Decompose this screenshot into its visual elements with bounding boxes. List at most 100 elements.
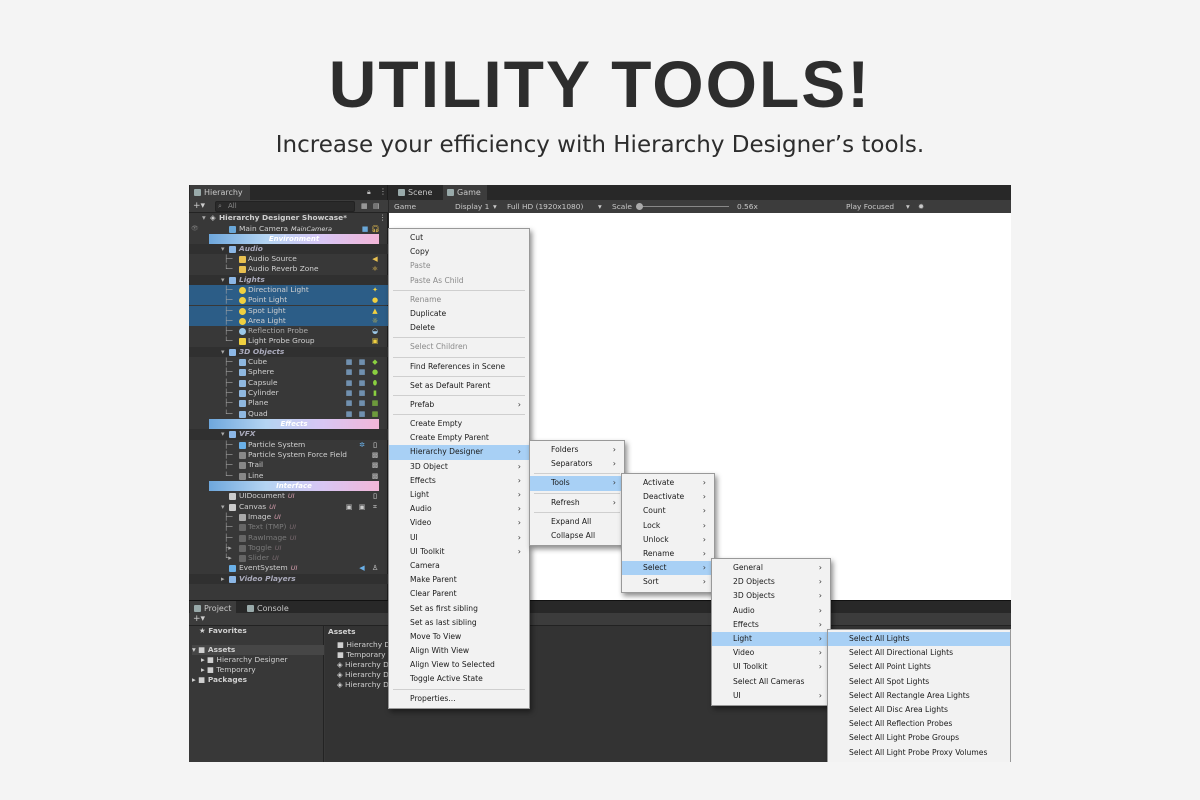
expand-arrow-icon[interactable]: ▾ <box>221 275 225 285</box>
expand-arrow-icon[interactable]: ▾ <box>221 244 225 254</box>
menu-item-clear-parent[interactable]: Clear Parent <box>389 587 529 601</box>
tab-scene[interactable]: Scene <box>394 185 442 200</box>
kebab-menu-icon[interactable]: ⋮ <box>379 187 387 196</box>
packages-folder[interactable]: ▸ ■ Packages <box>192 675 247 685</box>
hierarchy-row-trail[interactable]: ├─ Trail ▩ <box>189 460 388 470</box>
asset-item[interactable]: ◈ Hierarchy D <box>337 660 389 670</box>
hierarchy-row-eventsystem[interactable]: EventSystem UI ◀ ♙ <box>189 563 388 573</box>
menu-item-video[interactable]: Video › <box>389 516 529 530</box>
menu-item-audio[interactable]: Audio › <box>389 502 529 516</box>
hierarchy-row-particle-force-field[interactable]: ├─ Particle System Force Field ▩ <box>189 450 388 460</box>
menu-item-3d-object[interactable]: 3D Object › <box>389 460 529 474</box>
scale-slider-track[interactable] <box>639 206 729 207</box>
hierarchy-row-toggle[interactable]: ├▸ Toggle UI <box>189 543 388 553</box>
menu-item-ui[interactable]: UI › <box>712 689 830 703</box>
hierarchy-row-line[interactable]: └─ Line ▩ <box>189 471 388 481</box>
menu-item-audio[interactable]: Audio › <box>712 604 830 618</box>
menu-item-ui-toolkit[interactable]: UI Toolkit › <box>389 545 529 559</box>
menu-item-move-to-view[interactable]: Move To View <box>389 630 529 644</box>
menu-item-duplicate[interactable]: Duplicate <box>389 307 529 321</box>
tab-game[interactable]: Game <box>443 185 487 200</box>
menu-item-copy[interactable]: Copy <box>389 245 529 259</box>
menu-item-set-as-first-sibling[interactable]: Set as first sibling <box>389 602 529 616</box>
menu-item-align-view-to-selected[interactable]: Align View to Selected <box>389 658 529 672</box>
hierarchy-row-uidocument[interactable]: UIDocument UI ▯ <box>189 491 388 501</box>
menu-item-tools[interactable]: Tools › <box>530 476 624 491</box>
menu-item-create-empty-parent[interactable]: Create Empty Parent <box>389 431 529 445</box>
folder-hierarchy-designer[interactable]: ▸ ■ Hierarchy Designer <box>201 655 288 665</box>
menu-item-general[interactable]: General › <box>712 561 830 575</box>
hierarchy-row-spot-light[interactable]: ├─ Spot Light ▲ <box>189 305 388 316</box>
menu-item-light[interactable]: Light › <box>389 488 529 502</box>
menu-item-select-all-light-probe-proxy-volumes[interactable]: Select All Light Probe Proxy Volumes <box>828 746 1010 760</box>
hierarchy-row-light-probe-group[interactable]: └─ Light Probe Group ▣ <box>189 336 388 346</box>
menu-item-set-as-last-sibling[interactable]: Set as last sibling <box>389 616 529 630</box>
menu-item-sort[interactable]: Sort › <box>622 575 714 589</box>
folder-video-players[interactable]: ▸ Video Players <box>189 573 388 584</box>
hierarchy-row-quad[interactable]: └─ Quad ▦ ▦ ▦ <box>189 409 388 419</box>
menu-item-make-parent[interactable]: Make Parent <box>389 573 529 587</box>
asset-item[interactable]: ◈ Hierarchy D <box>337 680 389 690</box>
menu-item-lock[interactable]: Lock › <box>622 519 714 533</box>
hierarchy-row-audio-source[interactable]: ├─ Audio Source ◀ <box>189 254 388 264</box>
menu-item-select-all-lights[interactable]: Select All Lights <box>828 632 1010 647</box>
hierarchy-search-input[interactable]: All ⌕ <box>215 201 355 212</box>
menu-item-3d-objects[interactable]: 3D Objects › <box>712 589 830 603</box>
bug-icon[interactable]: ✹ <box>918 200 924 213</box>
expand-arrow-icon[interactable]: ▾ <box>221 502 225 512</box>
menu-item-effects[interactable]: Effects › <box>712 618 830 632</box>
scene-row[interactable]: ▾ ◈ Hierarchy Designer Showcase* ⋮ <box>189 213 388 223</box>
favorites-item[interactable]: ★ Favorites <box>199 626 247 636</box>
menu-item-cut[interactable]: Cut <box>389 231 529 245</box>
hierarchy-row-rawimage[interactable]: ├─ RawImage UI <box>189 533 388 543</box>
hierarchy-row-cube[interactable]: ├─ Cube ▦ ▦ ◆ <box>189 357 388 367</box>
menu-item-rename[interactable]: Rename › <box>622 547 714 561</box>
create-plus-button[interactable]: +▾ <box>193 201 205 211</box>
hierarchy-row-main-camera[interactable]: 👁︎ Main Camera MainCamera ■ 🎧︎ <box>189 224 388 234</box>
folder-temporary[interactable]: ▸ ■ Temporary <box>201 665 256 675</box>
menu-item-activate[interactable]: Activate › <box>622 476 714 490</box>
menu-item-properties[interactable]: Properties... <box>389 692 529 706</box>
folder-audio[interactable]: ▾ Audio <box>189 243 388 254</box>
asset-item[interactable]: ■ Hierarchy D <box>337 640 390 650</box>
asset-item[interactable]: ◈ Hierarchy D <box>337 670 389 680</box>
folder-vfx[interactable]: ▾ VFX <box>189 429 388 440</box>
hierarchy-row-slider[interactable]: └▸ Slider UI <box>189 553 388 563</box>
hierarchy-row-particle-system[interactable]: ├─ Particle System ✲ ▯ <box>189 440 388 450</box>
expand-arrow-icon[interactable]: ▾ <box>221 347 225 357</box>
menu-item-select-all-rectangle-area-lights[interactable]: Select All Rectangle Area Lights <box>828 689 1010 703</box>
hierarchy-row-directional-light[interactable]: ├─ Directional Light ✦ <box>189 284 388 296</box>
menu-item-delete[interactable]: Delete <box>389 321 529 335</box>
tab-hierarchy[interactable]: Hierarchy <box>190 185 250 200</box>
play-mode-dropdown[interactable]: Play Focused <box>846 200 894 213</box>
asset-item[interactable]: ■ Temporary <box>337 650 386 660</box>
menu-item-select-all-reflection-probes[interactable]: Select All Reflection Probes <box>828 717 1010 731</box>
hierarchy-row-plane[interactable]: ├─ Plane ▦ ▦ ▦ <box>189 398 388 408</box>
hierarchy-row-text-tmp[interactable]: ├─ Text (TMP) UI <box>189 522 388 532</box>
hierarchy-row-capsule[interactable]: ├─ Capsule ▦ ▦ ⬮ <box>189 378 388 388</box>
hierarchy-row-audio-reverb[interactable]: └─ Audio Reverb Zone ⚛ <box>189 264 388 274</box>
expand-arrow-icon[interactable]: ▾ <box>221 429 225 439</box>
hierarchy-row-cylinder[interactable]: ├─ Cylinder ▦ ▦ ▮ <box>189 388 388 398</box>
menu-item-toggle-active-state[interactable]: Toggle Active State <box>389 672 529 686</box>
hierarchy-row-sphere[interactable]: ├─ Sphere ▦ ▦ ● <box>189 367 388 377</box>
hierarchy-row-point-light[interactable]: ├─ Point Light ● <box>189 295 388 306</box>
menu-item-collapse-all[interactable]: Collapse All <box>530 529 624 543</box>
project-create-button[interactable]: +▾ <box>193 614 205 624</box>
expand-arrow-icon[interactable]: ▸ <box>221 574 225 584</box>
scene-visibility-icon[interactable]: ▦ <box>361 201 368 211</box>
menu-item-align-with-view[interactable]: Align With View <box>389 644 529 658</box>
expand-arrow-icon[interactable]: ▾ <box>202 213 206 223</box>
resolution-dropdown[interactable]: Full HD (1920x1080) <box>507 200 583 213</box>
menu-item-ui[interactable]: UI › <box>389 531 529 545</box>
menu-item-2d-objects[interactable]: 2D Objects › <box>712 575 830 589</box>
menu-item-find-references-in-scene[interactable]: Find References in Scene <box>389 360 529 374</box>
menu-item-unlock[interactable]: Unlock › <box>622 533 714 547</box>
filter-icon[interactable]: ▤ <box>373 201 380 211</box>
hierarchy-row-reflection-probe[interactable]: ├─ Reflection Probe ◒ <box>189 326 388 336</box>
menu-item-select-all-light-probe-groups[interactable]: Select All Light Probe Groups <box>828 731 1010 745</box>
menu-item-folders[interactable]: Folders › <box>530 443 624 457</box>
display-mode-dropdown[interactable]: Game <box>394 200 416 213</box>
folder-lights[interactable]: ▾ Lights <box>189 274 388 285</box>
menu-item-expand-all[interactable]: Expand All <box>530 515 624 529</box>
